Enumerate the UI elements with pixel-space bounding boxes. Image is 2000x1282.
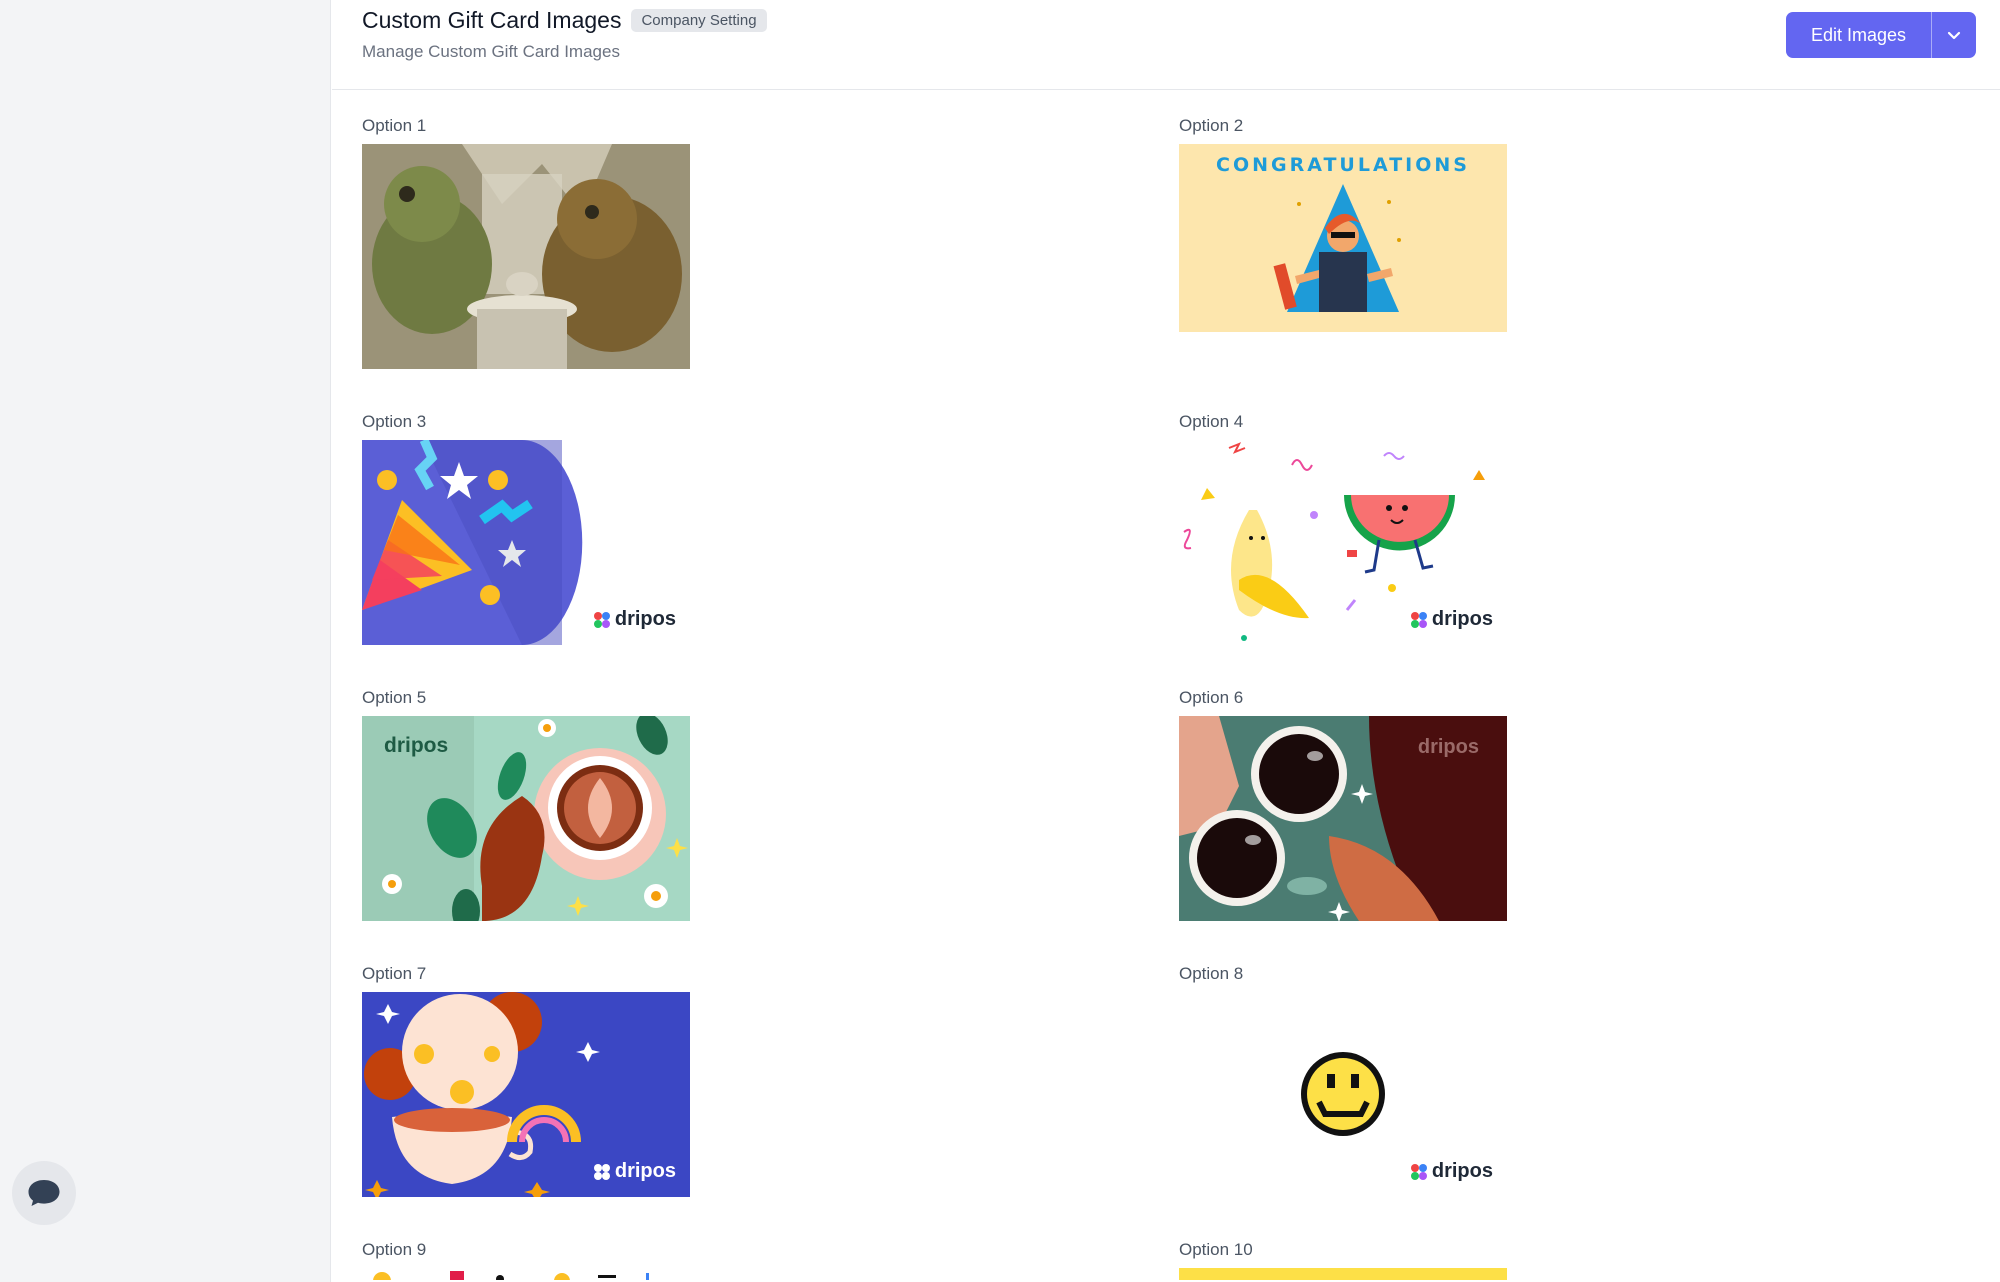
option-label: Option 5 [362,688,427,707]
option-label: Option 8 [1179,964,1244,983]
option-8[interactable]: Option 8 dripos [1179,964,1507,1197]
dripos-watermark: dripos [593,1160,676,1183]
pixel-smiley-image: dripos [1179,992,1507,1197]
dripos-watermark: dripos [1410,1160,1493,1183]
chevron-down-icon [1947,31,1961,40]
party-popper-image: dripos [362,440,690,645]
option-7[interactable]: Option 7 dripos [362,964,690,1197]
page-subtitle: Manage Custom Gift Card Images [362,42,620,61]
frog-toad-image [362,144,690,369]
option-9[interactable]: Option 9 [362,1240,690,1280]
page-title: Custom Gift Card Images [362,7,622,33]
option-label: Option 6 [1179,688,1244,707]
dripos-logo-icon [1410,611,1427,628]
dripos-brand-text: dripos [1431,608,1493,630]
option-6[interactable]: Option 6 dripos [1179,688,1507,921]
congratulations-text: CONGRATULATIONS [1216,154,1470,176]
option-label: Option 2 [1179,116,1244,135]
option-10[interactable]: Option 10 [1179,1240,1507,1280]
dripos-brand-text: dripos [384,734,449,757]
option-9-image [362,1268,690,1280]
page-header: Custom Gift Card Images Company Setting … [332,0,2000,90]
option-5[interactable]: Option 5 dripos [362,688,690,921]
dripos-watermark: dripos [1410,608,1493,631]
company-setting-badge: Company Setting [631,9,767,32]
option-4[interactable]: Option 4 dripos [1179,412,1507,645]
option-2[interactable]: Option 2 CONGRATULATIONS [1179,116,1507,332]
option-1[interactable]: Option 1 [362,116,690,369]
dripos-watermark: dripos [593,608,676,631]
option-label: Option 9 [362,1240,427,1259]
edit-images-button[interactable]: Edit Images [1786,12,1932,58]
dripos-brand-text: dripos [1417,736,1479,758]
title-row: Custom Gift Card Images Company Setting [362,7,767,34]
option-3[interactable]: Option 3 dripos [362,412,690,645]
main-content: Custom Gift Card Images Company Setting … [332,0,2000,1282]
fruit-confetti-image: dripos [1179,440,1507,645]
option-label: Option 10 [1179,1240,1253,1259]
option-label: Option 3 [362,412,427,431]
chat-bubble-icon [28,1180,60,1206]
dripos-logo-icon [593,611,610,628]
option-label: Option 1 [362,116,427,135]
edit-images-dropdown-button[interactable] [1932,12,1976,58]
option-label: Option 7 [362,964,427,983]
coffee-toast-image: dripos [1179,716,1507,921]
dripos-logo-icon [593,1163,610,1180]
dripos-logo-icon [1410,1163,1427,1180]
dripos-brand-text: dripos [614,608,676,630]
edit-images-button-group: Edit Images [1785,12,1976,58]
congratulations-image: CONGRATULATIONS [1179,144,1507,332]
dripos-brand-text: dripos [1431,1160,1493,1182]
option-label: Option 4 [1179,412,1244,431]
option-10-image [1179,1268,1507,1280]
dripos-brand-text: dripos [614,1160,676,1182]
teapot-image: dripos [362,992,690,1197]
sidebar [0,0,331,1282]
latte-image: dripos [362,716,690,921]
chat-button[interactable] [12,1161,76,1225]
